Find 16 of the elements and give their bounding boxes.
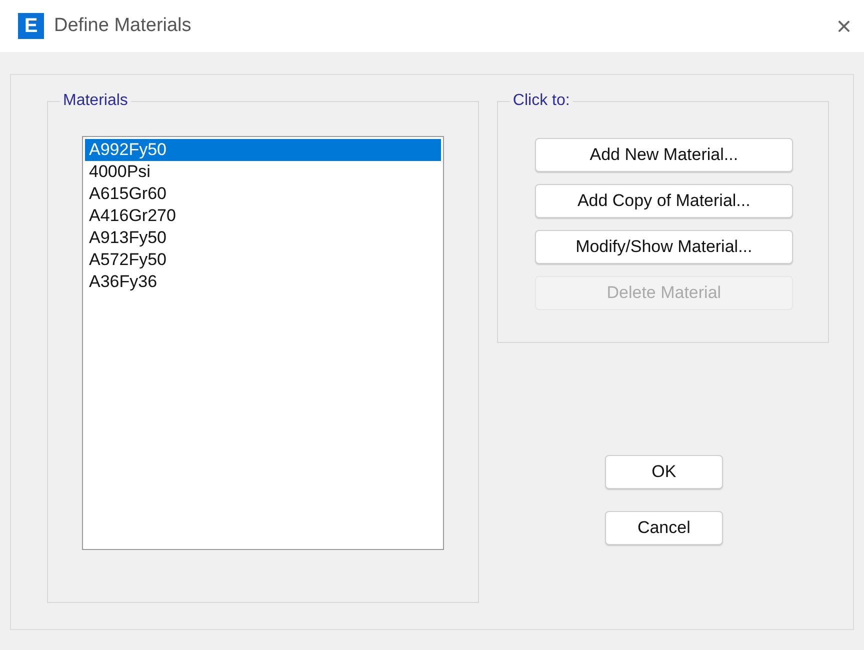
window-title: Define Materials — [54, 15, 192, 37]
list-item[interactable]: A572Fy50 — [85, 249, 441, 271]
list-item[interactable]: A615Gr60 — [85, 183, 441, 205]
action-button[interactable]: Modify/Show Material... — [534, 230, 793, 264]
ok-button[interactable]: OK — [604, 455, 723, 489]
list-item[interactable]: A913Fy50 — [85, 227, 441, 249]
cancel-button[interactable]: Cancel — [604, 511, 723, 545]
materials-list[interactable]: A992Fy50 4000Psi A615Gr60 A416Gr270 A913Fy50 A572Fy50 A36Fy36 — [82, 136, 444, 550]
list-item[interactable]: A36Fy36 — [85, 271, 441, 293]
list-item[interactable]: A992Fy50 — [85, 139, 441, 161]
list-item[interactable]: 4000Psi — [85, 161, 441, 183]
action-button[interactable]: Add New Material... — [534, 138, 793, 172]
close-button[interactable]: × — [824, 10, 864, 42]
app-logo-icon: E — [18, 13, 44, 39]
list-item[interactable]: A416Gr270 — [85, 205, 441, 227]
action-button[interactable]: Add Copy of Material... — [534, 184, 793, 218]
